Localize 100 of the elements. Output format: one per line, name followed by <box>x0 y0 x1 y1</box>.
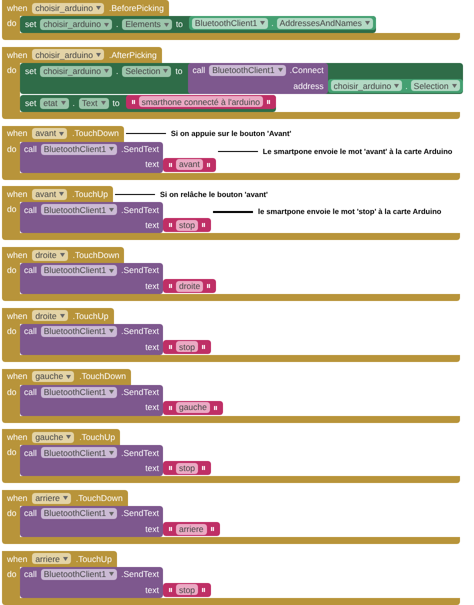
text-value-field[interactable]: stop <box>176 341 198 352</box>
keyword-label: call <box>24 144 37 154</box>
keyword-label: call <box>192 66 206 75</box>
component-dropdown[interactable]: choisir_arduino <box>40 19 112 30</box>
keyword-label: call <box>24 448 37 458</box>
method-label: .SendText <box>121 206 159 214</box>
quote-mark-icon <box>202 344 206 349</box>
caret-icon <box>109 147 114 152</box>
event-label: .TouchDown <box>72 129 119 138</box>
quote-mark-icon <box>132 100 135 104</box>
argument-label: text <box>145 586 159 594</box>
component-dropdown[interactable]: droite <box>32 310 68 322</box>
component-dropdown[interactable]: etat <box>40 98 69 109</box>
component-dropdown[interactable]: choisir_arduino <box>330 80 402 92</box>
argument-label: text <box>145 221 159 230</box>
text-value-field[interactable]: droite <box>176 280 204 292</box>
component-dropdown[interactable]: choisir_arduino <box>40 66 112 77</box>
caret-icon <box>62 496 68 500</box>
argument-label: text <box>145 282 159 290</box>
quote-mark-icon <box>207 284 210 288</box>
argument-label: text <box>145 524 159 534</box>
component-dropdown[interactable]: BluetoothClient1 <box>40 144 118 155</box>
keyword-label: call <box>24 266 37 275</box>
argument-label: text <box>145 160 159 169</box>
text-value-field[interactable]: stop <box>176 584 198 596</box>
component-dropdown[interactable]: Selection <box>122 66 172 77</box>
text-value-field[interactable]: arriere <box>176 524 207 535</box>
caret-icon <box>60 314 65 318</box>
quote-mark-icon <box>214 406 217 410</box>
caret-icon <box>59 132 64 136</box>
caret-icon <box>66 374 72 379</box>
caret-icon <box>104 69 109 74</box>
component-dropdown[interactable]: BluetoothClient1 <box>40 568 118 580</box>
keyword-label: do <box>7 64 16 75</box>
keyword-label: to <box>175 67 182 76</box>
component-dropdown[interactable]: arriere <box>32 492 71 504</box>
component-dropdown[interactable]: avant <box>32 128 68 140</box>
keyword-label: do <box>7 265 16 276</box>
quote-mark-icon <box>168 344 172 349</box>
keyword-label: set <box>25 99 36 108</box>
component-dropdown[interactable]: Elements <box>122 19 172 30</box>
method-label: .SendText <box>121 327 159 336</box>
event-label: .BeforePicking <box>108 4 164 12</box>
dot-label: . <box>271 18 274 28</box>
text-value-field[interactable]: smarthone connecté à l'arduino <box>138 96 263 108</box>
leader-line <box>115 194 156 196</box>
quote-mark-icon <box>202 223 206 228</box>
method-label: .Connect <box>290 66 324 75</box>
component-dropdown[interactable]: choisir_arduino <box>32 49 104 60</box>
method-label: .SendText <box>121 509 159 518</box>
component-dropdown[interactable]: BluetoothClient1 <box>40 447 118 458</box>
keyword-label: call <box>24 327 37 336</box>
component-dropdown[interactable]: BluetoothClient1 <box>40 508 118 520</box>
component-dropdown[interactable]: gauche <box>32 371 74 382</box>
caret-icon <box>104 22 109 26</box>
leader-line <box>218 150 258 152</box>
caret-icon <box>364 21 370 25</box>
component-dropdown[interactable]: Selection <box>410 80 460 92</box>
quote-mark-icon <box>168 284 172 288</box>
text-value-field[interactable]: gauche <box>176 402 210 414</box>
keyword-label: do <box>7 447 16 458</box>
text-value-field[interactable]: stop <box>176 462 198 474</box>
keyword-label: when <box>7 312 28 320</box>
component-dropdown[interactable]: avant <box>32 188 68 200</box>
component-dropdown[interactable]: BluetoothClient1 <box>209 64 286 76</box>
keyword-label: when <box>7 250 28 260</box>
component-dropdown[interactable]: BluetoothClient1 <box>40 265 118 276</box>
component-dropdown[interactable]: gauche <box>32 432 74 443</box>
keyword-label: when <box>7 4 28 12</box>
component-dropdown[interactable]: arriere <box>32 553 71 564</box>
component-dropdown[interactable]: choisir_arduino <box>32 2 104 14</box>
text-value-field[interactable]: avant <box>176 159 203 170</box>
caret-icon <box>109 390 114 394</box>
keyword-label: call <box>24 570 37 579</box>
caret-icon <box>100 101 106 106</box>
caret-icon <box>109 512 114 516</box>
caret-icon <box>66 435 72 440</box>
caret-icon <box>163 69 168 74</box>
keyword-label: call <box>24 206 37 214</box>
keyword-label: call <box>24 509 37 518</box>
component-dropdown[interactable]: BluetoothClient1 <box>192 18 268 28</box>
caret-icon <box>60 101 66 106</box>
component-dropdown[interactable]: Text <box>78 98 108 109</box>
event-label: .TouchUp <box>72 190 108 199</box>
quote-mark-icon <box>266 100 270 104</box>
event-label: .TouchUp <box>79 433 116 442</box>
dot-label: . <box>405 82 408 90</box>
quote-mark-icon <box>202 466 206 470</box>
component-dropdown[interactable]: droite <box>32 250 68 261</box>
keyword-label: when <box>7 433 28 442</box>
component-dropdown[interactable]: AddressesAndNames <box>276 18 373 28</box>
event-label: .AfterPicking <box>108 50 157 60</box>
component-dropdown[interactable]: BluetoothClient1 <box>40 386 118 398</box>
component-dropdown[interactable]: BluetoothClient1 <box>40 204 118 216</box>
caret-icon <box>109 329 114 334</box>
keyword-label: to <box>112 99 120 108</box>
caret-icon <box>394 84 400 88</box>
keyword-label: do <box>7 144 16 154</box>
component-dropdown[interactable]: BluetoothClient1 <box>40 326 118 337</box>
text-value-field[interactable]: stop <box>176 220 198 231</box>
